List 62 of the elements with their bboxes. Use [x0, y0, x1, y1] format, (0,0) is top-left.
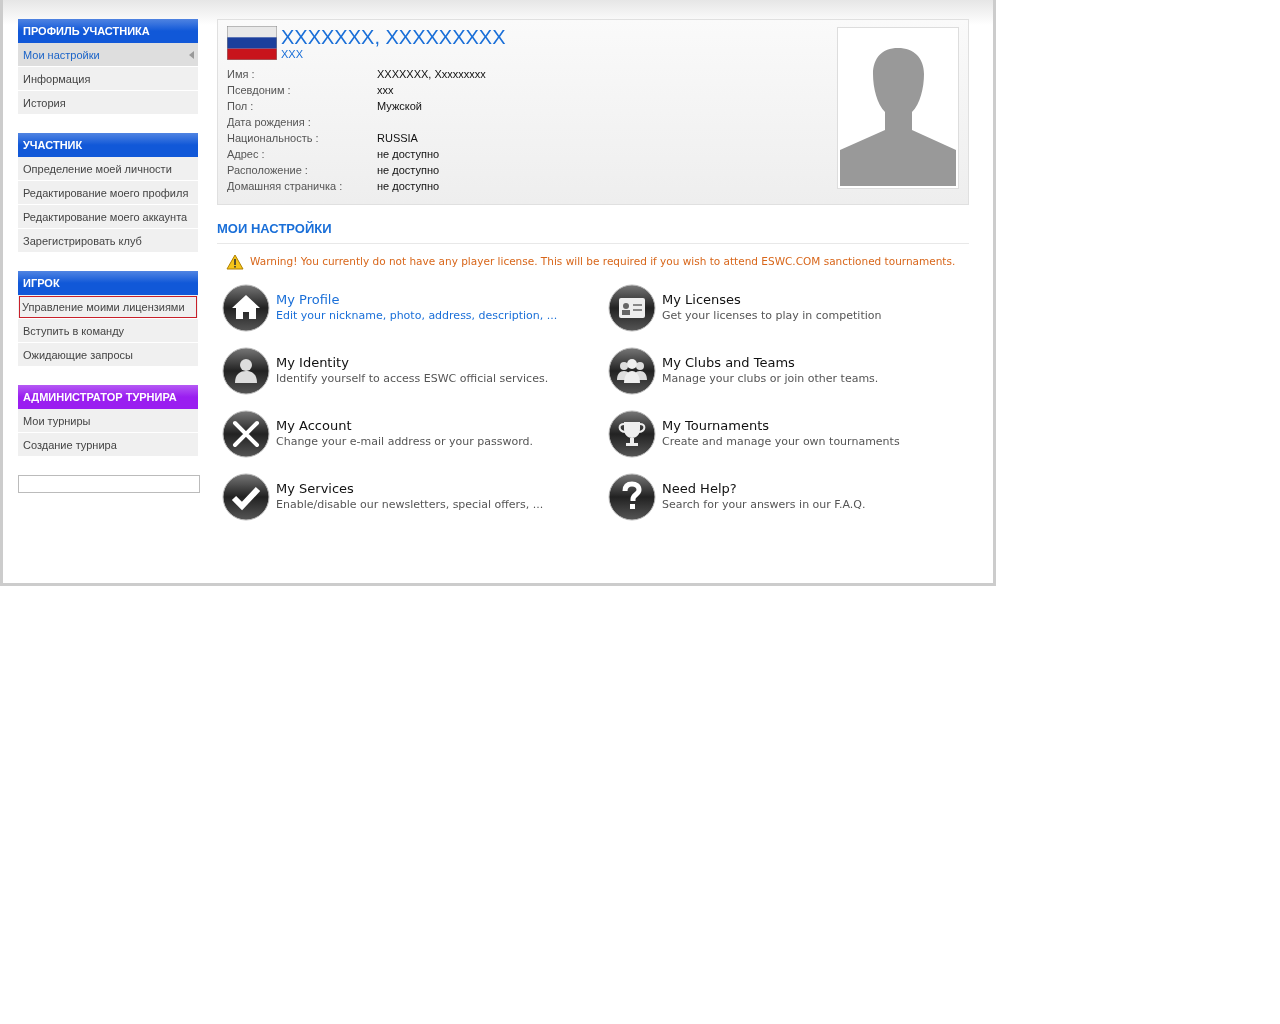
tile-description: Identify yourself to access ESWC official services. [276, 370, 549, 387]
sidebar-item[interactable]: Мои настройки [18, 43, 198, 67]
tile-description: Get your licenses to play in competition [662, 307, 882, 324]
tile-link[interactable]: My Profile [276, 290, 558, 308]
sidebar-item[interactable]: Мои турниры [18, 409, 198, 433]
sidebar-item[interactable]: Управление моими лицензиями [18, 295, 198, 319]
field-value: Мужской [377, 99, 422, 114]
profile-name: XXXXXXX, XXXXXXXXX [281, 26, 506, 48]
flag-icon [227, 26, 277, 60]
field-label: Расположение : [227, 163, 309, 178]
id-card-icon[interactable] [608, 283, 656, 332]
tile-link[interactable]: My Clubs and Teams [662, 353, 879, 371]
tile-link[interactable]: My Tournaments [662, 416, 900, 434]
sidebar-item[interactable]: Информация [18, 67, 198, 91]
tile-link[interactable]: My Services [276, 479, 544, 497]
person-icon[interactable] [222, 346, 270, 395]
search-field[interactable] [18, 475, 200, 493]
field-label: Псевдоним : [227, 83, 292, 98]
warning-icon [226, 253, 244, 270]
arrow-icon [189, 51, 194, 59]
group-icon[interactable] [608, 346, 656, 395]
field-value: RUSSIA [377, 131, 418, 146]
field-label: Национальность : [227, 131, 320, 146]
trophy-icon[interactable] [608, 409, 656, 458]
tile-description: Manage your clubs or join other teams. [662, 370, 879, 387]
field-value: XXXXXXX, Xxxxxxxxx [377, 67, 486, 82]
nickname: XXX [281, 48, 304, 60]
house-icon[interactable] [222, 283, 270, 332]
field-label: Адрес : [227, 147, 266, 162]
sidebar-item[interactable]: Ожидающие запросы [18, 343, 198, 367]
tile-link[interactable]: My Account [276, 416, 534, 434]
sidebar-item[interactable]: Вступить в команду [18, 319, 198, 343]
sidebar-item[interactable]: Определение моей личности [18, 157, 198, 181]
field-label: Пол : [227, 99, 255, 114]
sidebar-item[interactable]: История [18, 91, 198, 115]
tile-link[interactable]: Need Help? [662, 479, 866, 497]
field-label: Имя : [227, 67, 256, 82]
sidebar-item[interactable]: Зарегистрировать клуб [18, 229, 198, 253]
sidebar-item[interactable]: Редактирование моего аккаунта [18, 205, 198, 229]
tile-description: Search for your answers in our F.A.Q. [662, 496, 866, 513]
section-title: МОИ НАСТРОЙКИ [217, 219, 969, 244]
tile-description: Create and manage your own tournaments [662, 433, 900, 450]
section-header: АДМИНИСТРАТОР ТУРНИРА [18, 385, 198, 409]
sidebar-item[interactable]: Редактирование моего профиля [18, 181, 198, 205]
field-label: Дата рождения : [227, 115, 312, 130]
check-icon[interactable] [222, 472, 270, 521]
tile-description: Edit your nickname, photo, address, description, ... [276, 307, 558, 324]
field-label: Домашняя страничка : [227, 179, 344, 194]
section-header: ИГРОК [18, 271, 198, 295]
question-icon[interactable] [608, 472, 656, 521]
section-header: ПРОФИЛЬ УЧАСТНИКА [18, 19, 198, 43]
tile-description: Change your e-mail address or your password. [276, 433, 534, 450]
tile-link[interactable]: My Identity [276, 353, 549, 371]
section-header: УЧАСТНИК [18, 133, 198, 157]
warning-message: Warning! You currently do not have any player license. This will be required if you wish to attend ESWC.COM sanctioned tournaments. [250, 253, 956, 269]
field-value: не доступно [377, 147, 440, 162]
tile-link[interactable]: My Licenses [662, 290, 882, 308]
tile-description: Enable/disable our newsletters, special offers, ... [276, 496, 544, 513]
sidebar-item[interactable]: Создание турнира [18, 433, 198, 457]
field-value: не доступно [377, 163, 440, 178]
field-value: не доступно [377, 179, 440, 194]
field-value: xxx [377, 83, 394, 98]
